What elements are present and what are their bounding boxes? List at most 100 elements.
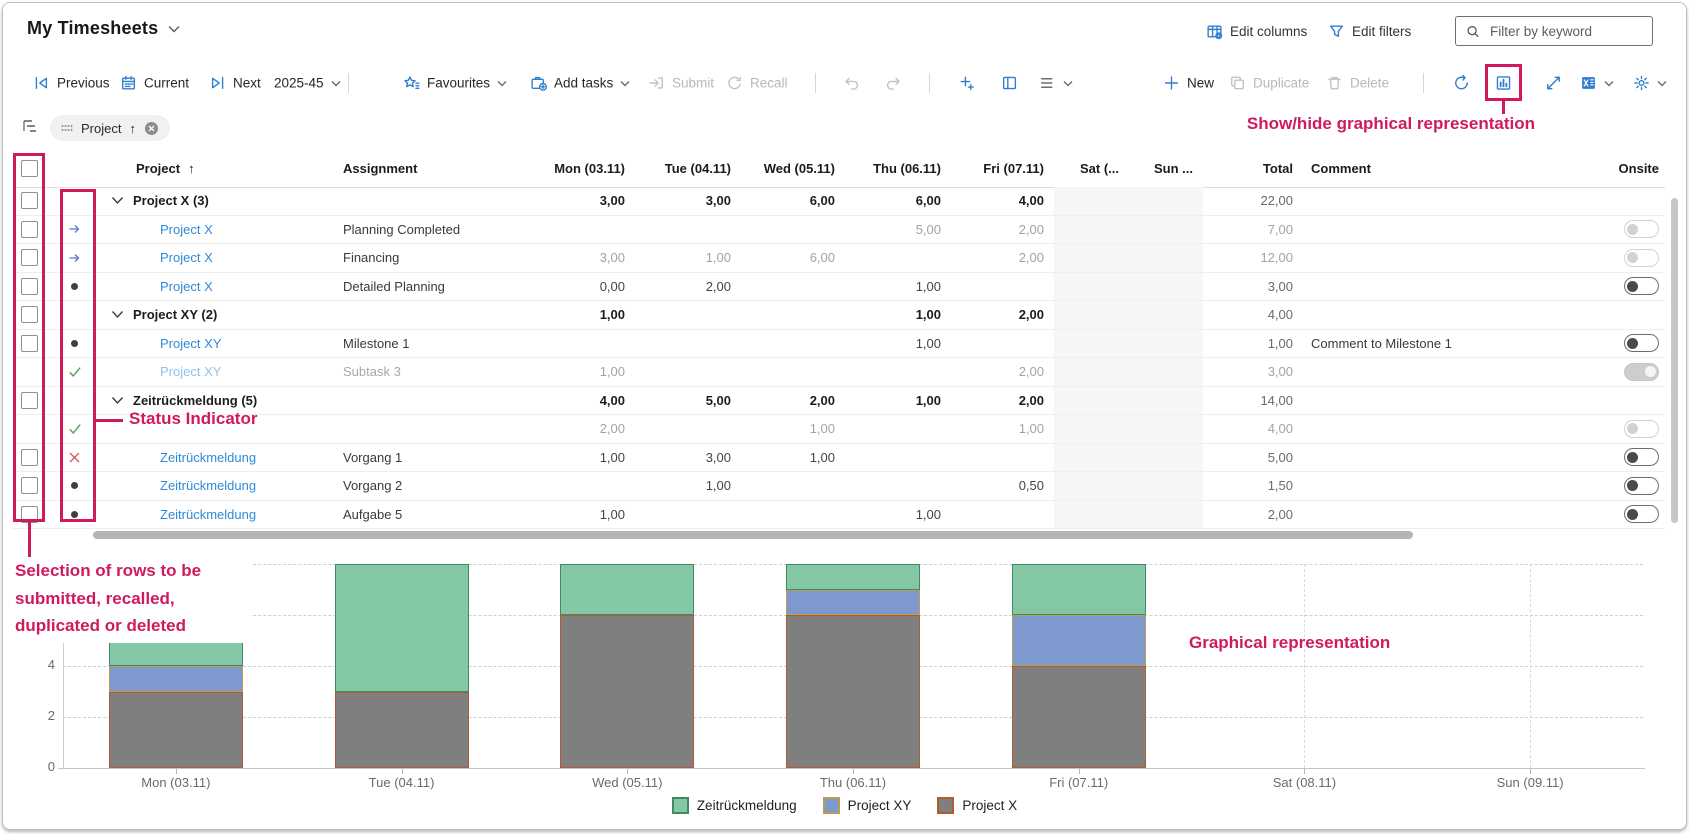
hours-cell[interactable] [1054,415,1129,443]
hours-cell[interactable]: 1,00 [500,358,635,386]
table-row[interactable]: 2,001,001,004,00 [13,415,1665,444]
comment-cell[interactable] [1303,387,1599,415]
hours-cell[interactable]: 1,00 [845,330,951,358]
current-button[interactable]: Current [120,75,189,92]
hours-cell[interactable]: 1,00 [845,301,951,329]
table-row[interactable]: Project XY (2)1,001,002,004,00 [13,301,1665,330]
table-row[interactable]: Project XYMilestone 11,001,00Comment to … [13,330,1665,359]
title-chevron-down-icon[interactable] [168,25,180,33]
project-link[interactable]: Zeitrückmeldung [160,478,256,493]
comment-cell[interactable] [1303,216,1599,244]
hours-cell[interactable] [741,358,845,386]
hours-cell[interactable] [1054,301,1129,329]
collapse-chevron-icon[interactable] [111,196,124,205]
column-header-onsite[interactable]: Onsite [1599,149,1665,187]
onsite-toggle[interactable] [1624,477,1659,495]
hours-cell[interactable] [741,501,845,529]
hours-cell[interactable]: 1,00 [845,273,951,301]
hours-cell[interactable]: 2,00 [951,301,1054,329]
hours-cell[interactable]: 2,00 [951,244,1054,272]
row-checkbox[interactable] [21,192,38,209]
column-header-sat[interactable]: Sat (... [1054,149,1129,187]
hours-cell[interactable] [1054,501,1129,529]
refresh-button[interactable] [1453,75,1470,92]
row-checkbox[interactable] [21,306,38,323]
column-header-assignment[interactable]: Assignment [338,149,500,187]
comment-cell[interactable] [1303,273,1599,301]
hours-cell[interactable] [1129,501,1203,529]
hours-cell[interactable] [845,244,951,272]
hours-cell[interactable] [500,216,635,244]
hours-cell[interactable]: 3,00 [635,187,741,215]
hours-cell[interactable] [1129,330,1203,358]
hours-cell[interactable] [1129,444,1203,472]
hours-cell[interactable] [845,358,951,386]
hours-cell[interactable] [1129,301,1203,329]
hours-cell[interactable] [951,501,1054,529]
horizontal-scrollbar[interactable] [93,531,1413,539]
edit-columns-button[interactable]: Edit columns [1206,3,1307,59]
row-checkbox[interactable] [21,278,38,295]
hours-cell[interactable] [1054,472,1129,500]
hours-cell[interactable] [1129,387,1203,415]
onsite-toggle[interactable] [1624,420,1659,438]
hours-cell[interactable] [635,358,741,386]
comment-cell[interactable] [1303,472,1599,500]
onsite-toggle[interactable] [1624,277,1659,295]
hours-cell[interactable]: 1,00 [741,415,845,443]
hours-cell[interactable] [951,273,1054,301]
comment-cell[interactable] [1303,415,1599,443]
hours-cell[interactable]: 1,00 [500,444,635,472]
hours-cell[interactable]: 2,00 [635,273,741,301]
hours-cell[interactable]: 4,00 [500,387,635,415]
project-link[interactable]: Project XY [160,364,221,379]
add-subrow-button[interactable] [958,75,975,92]
hours-cell[interactable] [1054,387,1129,415]
hours-cell[interactable]: 1,00 [635,472,741,500]
hours-cell[interactable] [1129,472,1203,500]
onsite-toggle[interactable] [1624,220,1659,238]
keyword-search-box[interactable] [1455,16,1653,46]
hours-cell[interactable] [635,330,741,358]
hours-cell[interactable]: 1,00 [635,244,741,272]
table-row[interactable]: Project XFinancing3,001,006,002,0012,00 [13,244,1665,273]
project-link[interactable]: Project X [160,250,213,265]
hours-cell[interactable] [635,216,741,244]
onsite-toggle[interactable] [1624,249,1659,267]
hours-cell[interactable]: 3,00 [635,444,741,472]
hours-cell[interactable] [951,444,1054,472]
table-row[interactable]: Project XPlanning Completed5,002,007,00 [13,216,1665,245]
hours-cell[interactable] [1054,273,1129,301]
table-row[interactable]: Project XYSubtask 31,002,003,00 [13,358,1665,387]
hours-cell[interactable] [635,415,741,443]
submit-button[interactable]: Submit [648,75,714,92]
hours-cell[interactable] [1129,273,1203,301]
comment-cell[interactable]: Comment to Milestone 1 [1303,330,1599,358]
hours-cell[interactable] [1054,244,1129,272]
hours-cell[interactable] [741,216,845,244]
hours-cell[interactable] [1129,358,1203,386]
project-link[interactable]: Project X [160,279,213,294]
expand-button[interactable] [1545,75,1562,92]
hours-cell[interactable] [741,330,845,358]
collapse-chevron-icon[interactable] [111,396,124,405]
comment-cell[interactable] [1303,444,1599,472]
hours-cell[interactable] [1129,244,1203,272]
hierarchy-icon[interactable] [21,117,39,135]
column-header-wed[interactable]: Wed (05.11) [741,149,845,187]
project-link[interactable]: Project X [160,222,213,237]
hours-cell[interactable] [500,330,635,358]
duplicate-button[interactable]: Duplicate [1229,75,1309,92]
next-button[interactable]: Next [209,75,261,92]
hours-cell[interactable]: 1,00 [845,387,951,415]
hours-cell[interactable] [1054,358,1129,386]
sort-ascending-icon[interactable]: ↑ [129,121,136,136]
hours-cell[interactable] [845,472,951,500]
hours-cell[interactable] [1054,330,1129,358]
hours-cell[interactable] [951,330,1054,358]
hours-cell[interactable]: 2,00 [951,216,1054,244]
hours-cell[interactable]: 6,00 [741,187,845,215]
hours-cell[interactable] [845,415,951,443]
redo-button[interactable] [885,75,902,92]
hours-cell[interactable] [635,301,741,329]
